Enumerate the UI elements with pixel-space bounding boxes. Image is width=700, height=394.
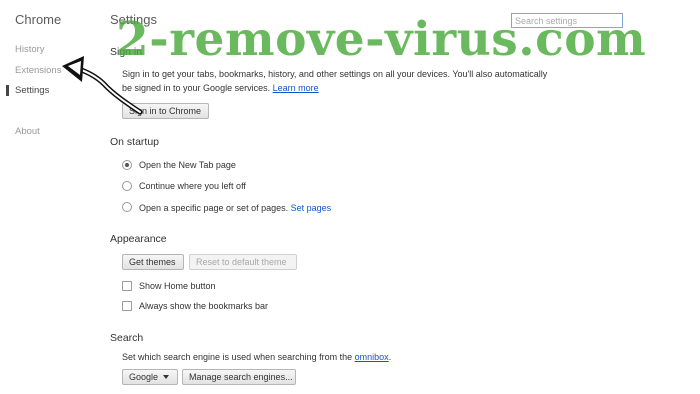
search-description: Set which search engine is used when sea… — [122, 352, 391, 362]
search-engine-value: Google — [129, 372, 159, 382]
search-description-text: Set which search engine is used when sea… — [122, 352, 353, 362]
show-bookmarks-checkbox[interactable] — [122, 301, 132, 311]
get-themes-button[interactable]: Get themes — [122, 254, 184, 270]
show-home-checkbox[interactable] — [122, 281, 132, 291]
sidebar-item-about[interactable]: About — [15, 126, 40, 137]
set-pages-link[interactable]: Set pages — [291, 203, 332, 213]
startup-radio-specific-pages[interactable] — [122, 202, 132, 212]
chevron-down-icon — [163, 375, 170, 379]
reset-theme-button: Reset to default theme — [189, 254, 297, 270]
sidebar-title: Chrome — [15, 12, 62, 27]
search-settings-input[interactable] — [511, 13, 623, 28]
search-description-period: . — [388, 352, 392, 362]
show-home-label: Show Home button — [139, 281, 216, 291]
startup-option-specific-pages: Open a specific page or set of pages. Se… — [139, 203, 331, 213]
signin-description-text: be signed in to your Google services. — [122, 83, 271, 93]
show-bookmarks-label: Always show the bookmarks bar — [139, 301, 269, 311]
sidebar-item-history[interactable]: History — [15, 44, 45, 55]
search-engine-select[interactable]: Google — [122, 369, 178, 385]
omnibox-link[interactable]: omnibox — [355, 352, 389, 362]
manage-search-engines-button[interactable]: Manage search engines... — [182, 369, 296, 385]
sidebar-item-extensions[interactable]: Extensions — [15, 65, 61, 76]
startup-option-new-tab-label: Open the New Tab page — [139, 160, 236, 170]
appearance-section-title: Appearance — [110, 233, 167, 245]
startup-radio-continue[interactable] — [122, 181, 132, 191]
sign-in-to-chrome-button[interactable]: Sign in to Chrome — [122, 103, 209, 119]
signin-description-line2: be signed in to your Google services. Le… — [122, 83, 319, 93]
sidebar: Chrome History Extensions Settings About — [0, 0, 96, 394]
sidebar-item-settings[interactable]: Settings — [6, 85, 49, 96]
startup-option-continue-label: Continue where you left off — [139, 181, 246, 191]
startup-option-specific-pages-label: Open a specific page or set of pages. — [139, 203, 289, 213]
signin-description-line1: Sign in to get your tabs, bookmarks, his… — [122, 69, 548, 79]
search-section-title: Search — [110, 332, 144, 344]
startup-section-title: On startup — [110, 136, 160, 148]
page-title: Settings — [110, 12, 157, 27]
signin-section-title: Sign in — [110, 46, 143, 58]
learn-more-link[interactable]: Learn more — [273, 83, 319, 93]
startup-radio-new-tab[interactable] — [122, 160, 132, 170]
